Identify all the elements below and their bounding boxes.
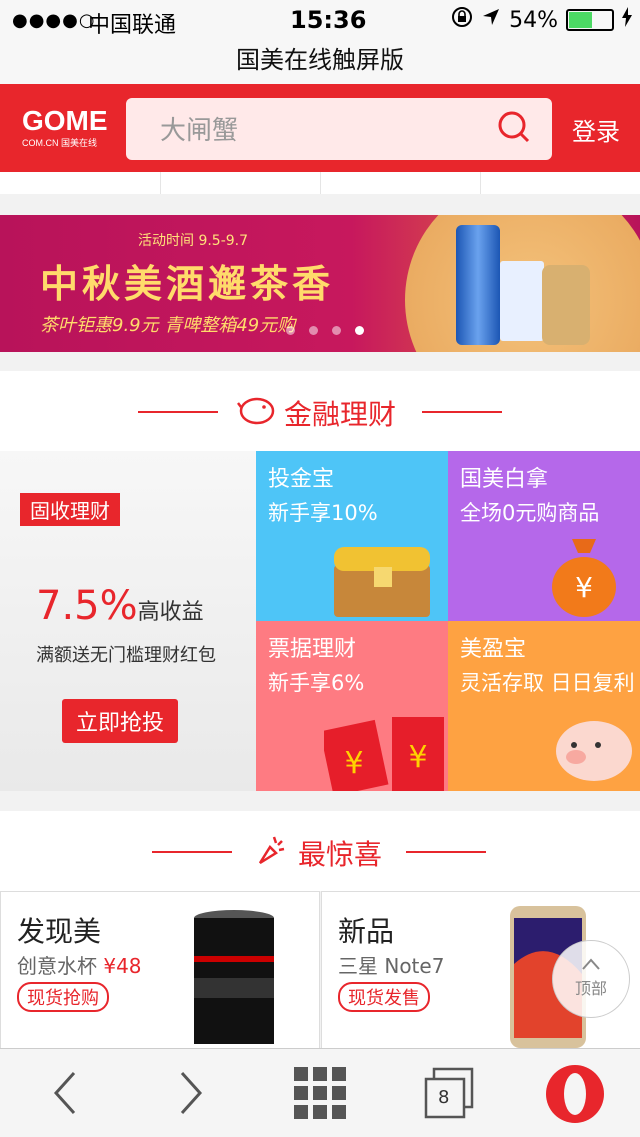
fixed-income-tag: 固收理财 <box>20 493 120 526</box>
category-strip <box>0 172 640 194</box>
pager-dot[interactable] <box>332 326 341 335</box>
opera-menu-icon[interactable] <box>544 1063 606 1129</box>
treasure-chest-icon <box>328 537 438 621</box>
back-arrow-icon[interactable] <box>48 1067 80 1123</box>
divider <box>320 172 321 194</box>
finance-grid: 固收理财 7.5%高收益 满额送无门槛理财红包 立即抢投 投金宝 新手享10% … <box>0 451 640 791</box>
page-title: 国美在线触屏版 <box>0 40 640 84</box>
banner-headline: 中秋美酒邂茶香 <box>40 261 335 306</box>
tabs-button[interactable]: 8 <box>422 1067 476 1125</box>
site-header: GOME COM.CN 国美在线 大闸蟹 登录 <box>0 84 640 172</box>
tile-toujinbao[interactable]: 投金宝 新手享10% <box>256 451 448 621</box>
fixed-income-card[interactable]: 固收理财 7.5%高收益 满额送无门槛理财红包 立即抢投 <box>0 451 256 791</box>
signal-indicator: ●●●●○ <box>12 10 96 31</box>
invest-now-button[interactable]: 立即抢投 <box>62 699 179 743</box>
login-button[interactable]: 登录 <box>572 112 620 147</box>
pager-dot-active[interactable] <box>355 326 364 335</box>
divider <box>480 172 481 194</box>
battery-percent: 54% <box>509 7 558 33</box>
divider <box>422 411 502 413</box>
status-time: 15:36 <box>290 6 367 34</box>
lock-rotation-icon <box>451 6 473 34</box>
svg-text:¥: ¥ <box>575 571 593 604</box>
status-bar: ●●●●○ 中国联通 15:36 54% <box>0 0 640 40</box>
rate-value: 7.5%高收益 <box>36 583 204 629</box>
piggy-icon <box>548 711 638 791</box>
search-icon[interactable] <box>496 110 530 144</box>
svg-text:¥: ¥ <box>408 740 427 775</box>
banner-pager <box>286 326 364 335</box>
product-card-discover[interactable]: 发现美 创意水杯 ¥48 现货抢购 <box>0 891 320 1051</box>
red-envelope-icon: ¥ ¥ <box>319 711 448 791</box>
gome-logo[interactable]: GOME COM.CN 国美在线 <box>22 107 108 149</box>
location-arrow-icon <box>481 7 501 33</box>
back-to-top-button[interactable]: 顶部 <box>552 940 630 1018</box>
product-sub: 三星 Note7 <box>338 954 445 978</box>
divider <box>160 172 161 194</box>
browser-toolbar: 8 <box>0 1048 640 1137</box>
carrier-name: 中国联通 <box>88 13 177 38</box>
tile-gome-bainA[interactable]: 国美白拿 全场0元购商品 ¥ <box>448 451 640 621</box>
finance-section-header: 金融理财 <box>0 371 640 451</box>
divider <box>152 851 232 853</box>
divider <box>138 411 218 413</box>
product-badge[interactable]: 现货发售 <box>338 982 430 1012</box>
search-input[interactable]: 大闸蟹 <box>126 98 552 160</box>
promo-description: 满额送无门槛理财红包 <box>36 645 216 666</box>
forward-arrow-icon[interactable] <box>176 1067 208 1123</box>
product-sub: 创意水杯 ¥48 <box>17 954 142 978</box>
tabs-count: 8 <box>438 1087 450 1108</box>
lens-cup-image <box>189 908 279 1050</box>
chevron-up-icon <box>582 958 600 970</box>
piggy-bank-icon <box>236 393 276 431</box>
surprise-section-title: 最惊喜 <box>298 838 383 871</box>
gift-box-image <box>500 261 544 341</box>
banner-subline: 茶叶钜惠9.9元 青啤整箱49元购 <box>40 315 296 336</box>
tile-meiyingbao[interactable]: 美盈宝 灵活存取 日日复利 <box>448 621 640 791</box>
finance-section-title: 金融理财 <box>284 398 397 431</box>
battery-icon <box>566 9 614 31</box>
tea-jar-image <box>542 265 590 345</box>
grid-menu-icon[interactable] <box>294 1067 346 1123</box>
pager-dot[interactable] <box>309 326 318 335</box>
product-badge[interactable]: 现货抢购 <box>17 982 109 1012</box>
product-name: 新品 <box>338 915 395 948</box>
product-name: 发现美 <box>17 915 102 948</box>
svg-text:¥: ¥ <box>344 746 363 781</box>
charging-icon <box>622 7 632 33</box>
surprise-section-header: 最惊喜 <box>0 811 640 891</box>
beer-can-image <box>456 225 500 345</box>
sparkle-icon <box>254 833 290 873</box>
tile-bill-finance[interactable]: 票据理财 新手享6% ¥ ¥ <box>256 621 448 791</box>
divider <box>406 851 486 853</box>
money-bag-icon: ¥ <box>544 533 624 621</box>
banner-date: 活动时间 9.5-9.7 <box>138 233 249 249</box>
search-placeholder: 大闸蟹 <box>160 116 239 146</box>
pager-dot[interactable] <box>286 326 295 335</box>
